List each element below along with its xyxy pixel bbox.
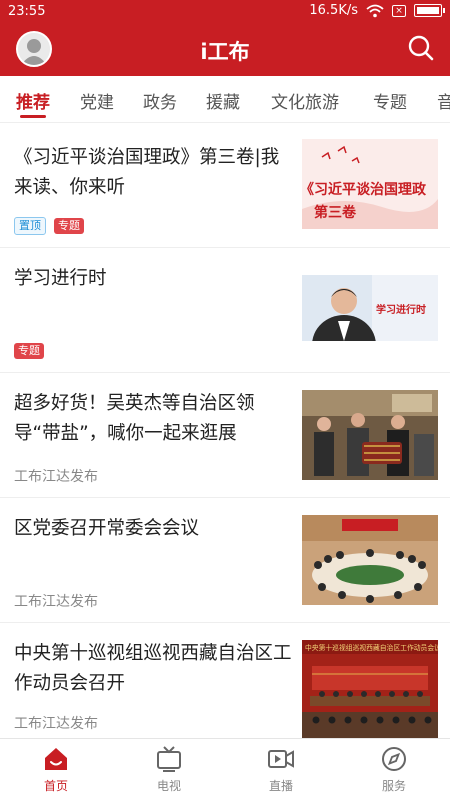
news-title: 超多好货！吴英杰等自治区领导“带盐”，喊你一起来逛展 (14, 393, 255, 444)
news-thumbnail: 中央第十巡视组巡视西藏自治区工作动员会议 (302, 640, 438, 738)
tab-party-building[interactable]: 党建 (80, 88, 114, 113)
app-header: 23:55 16.5K/s × i工布 (0, 0, 450, 76)
thumb-text: 《习近平谈治国理政 (302, 181, 427, 198)
news-title: 区党委召开常委会会议 (14, 518, 200, 539)
category-tabs: 推荐 党建 政务 援藏 文化旅游 专题 音 (0, 76, 450, 123)
nav-tv-label: 电视 (156, 779, 181, 793)
news-meta: 工布江达发布 (14, 466, 98, 486)
news-source: 工布江达发布 (14, 469, 98, 485)
nav-tv[interactable]: 电视 (139, 745, 199, 794)
tab-recommend[interactable]: 推荐 (16, 88, 50, 113)
news-item[interactable]: 学习进行时 专题 学习进行时 (0, 248, 450, 373)
nav-service-label: 服务 (381, 779, 406, 793)
special-tag: 专题 (54, 218, 84, 234)
news-item[interactable]: 《习近平谈治国理政》第三卷|我来读、你来听 置顶 专题 《习近平谈治国理政 第三… (0, 123, 450, 248)
news-title: 中央第十巡视组巡视西藏自治区工作动员会召开 (14, 643, 292, 694)
thumb-text: 中央第十巡视组巡视西藏自治区工作动员会议 (305, 643, 438, 652)
wifi-icon (366, 4, 384, 17)
news-meta: 置顶 专题 (14, 217, 84, 235)
news-meta: 工布江达发布 (14, 713, 98, 733)
tab-indicator (20, 115, 46, 118)
sim-off-icon: × (392, 4, 406, 17)
nav-home-label: 首页 (43, 779, 68, 793)
news-meta: 工布江达发布 (14, 591, 98, 611)
status-bar: 23:55 16.5K/s × (0, 0, 450, 24)
news-thumbnail: 《习近平谈治国理政 第三卷 (302, 139, 438, 229)
bottom-nav: 首页 电视 直播 服务 (0, 738, 450, 801)
tab-culture-tourism[interactable]: 文化旅游 (271, 88, 339, 113)
news-thumbnail (302, 390, 438, 480)
tab-special[interactable]: 专题 (373, 88, 407, 113)
compass-icon (382, 747, 406, 771)
news-item[interactable]: 区党委召开常委会会议 工布江达发布 (0, 498, 450, 623)
news-item[interactable]: 中央第十巡视组巡视西藏自治区工作动员会召开 工布江达发布 中央第十巡视组巡视西藏… (0, 623, 450, 738)
nav-service[interactable]: 服务 (364, 745, 424, 794)
tab-government[interactable]: 政务 (143, 88, 177, 113)
news-title: 《习近平谈治国理政》第三卷|我来读、你来听 (14, 147, 280, 198)
pinned-tag: 置顶 (14, 217, 46, 235)
news-thumbnail: 学习进行时 (302, 275, 438, 341)
nav-home[interactable]: 首页 (26, 745, 86, 794)
status-indicators: 16.5K/s × (309, 3, 445, 18)
net-speed: 16.5K/s (309, 3, 358, 18)
news-meta: 专题 (14, 343, 44, 359)
live-icon (268, 750, 294, 768)
thumb-text: 第三卷 (314, 204, 357, 221)
news-thumbnail (302, 515, 438, 605)
search-icon[interactable] (406, 33, 436, 63)
nav-live[interactable]: 直播 (251, 745, 311, 794)
home-icon (45, 748, 67, 770)
status-time: 23:55 (8, 4, 46, 19)
tv-icon (157, 746, 181, 772)
tab-aid-tibet[interactable]: 援藏 (206, 88, 240, 113)
nav-live-label: 直播 (268, 779, 293, 793)
special-tag: 专题 (14, 343, 44, 359)
tab-audio[interactable]: 音 (437, 88, 450, 113)
news-source: 工布江达发布 (14, 594, 98, 610)
thumb-text: 学习进行时 (376, 303, 426, 316)
battery-icon (414, 4, 445, 17)
news-item[interactable]: 超多好货！吴英杰等自治区领导“带盐”，喊你一起来逛展 工布江达发布 (0, 373, 450, 498)
news-source: 工布江达发布 (14, 716, 98, 732)
news-title: 学习进行时 (14, 268, 107, 289)
app-title: i工布 (200, 40, 250, 64)
